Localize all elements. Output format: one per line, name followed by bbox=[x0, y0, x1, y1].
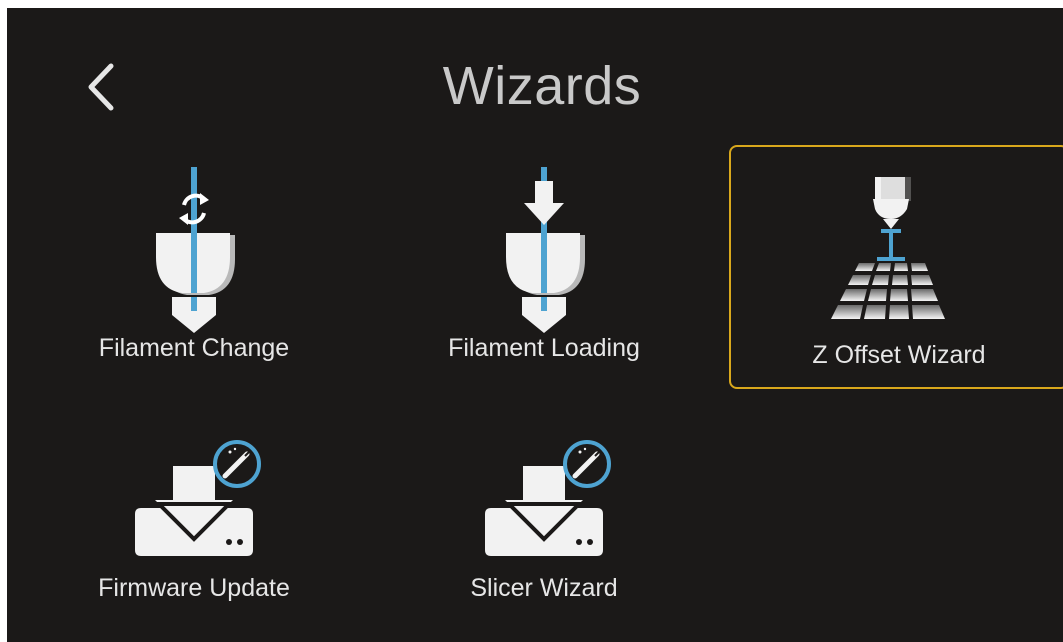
wizard-tile-slicer-wizard[interactable]: Slicer Wizard bbox=[379, 401, 709, 639]
wizard-label: Filament Loading bbox=[448, 334, 640, 362]
wizard-label: Z Offset Wizard bbox=[812, 341, 986, 369]
filament-loading-icon bbox=[381, 147, 707, 333]
slicer-wizard-icon bbox=[381, 403, 707, 583]
wizard-tile-z-offset[interactable]: Z Offset Wizard bbox=[729, 145, 1063, 389]
wizards-screen: Wizards Filament Change Filament Loading… bbox=[7, 8, 1063, 642]
wizard-tile-firmware-update[interactable]: Firmware Update bbox=[29, 401, 359, 639]
wizard-tile-filament-loading[interactable]: Filament Loading bbox=[379, 145, 709, 383]
filament-change-icon bbox=[31, 147, 357, 333]
firmware-update-icon bbox=[31, 403, 357, 583]
wizard-label: Filament Change bbox=[98, 334, 290, 362]
z-offset-icon bbox=[731, 147, 1063, 327]
wizard-label: Firmware Update bbox=[98, 574, 290, 602]
page-title: Wizards bbox=[442, 56, 642, 116]
wizard-label: Slicer Wizard bbox=[470, 574, 618, 602]
wizard-tile-filament-change[interactable]: Filament Change bbox=[29, 145, 359, 383]
